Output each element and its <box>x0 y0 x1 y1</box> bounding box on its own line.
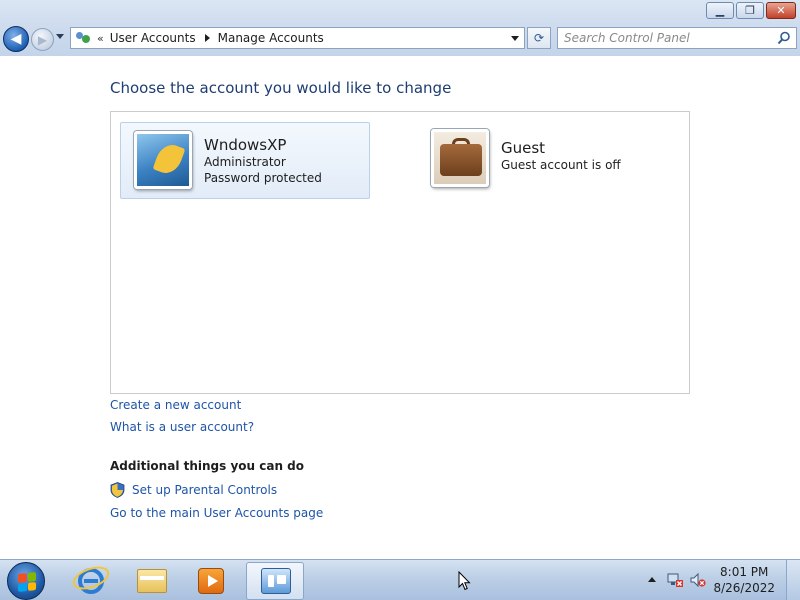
forward-button[interactable]: ▶ <box>31 28 54 51</box>
user-accounts-icon <box>75 30 91 46</box>
create-new-account-link[interactable]: Create a new account <box>110 398 241 412</box>
clock-time: 8:01 PM <box>720 565 769 579</box>
breadcrumb-manage-accounts[interactable]: Manage Accounts <box>218 31 324 45</box>
windows-logo-icon <box>18 572 36 592</box>
show-hidden-icons-icon[interactable] <box>648 577 656 582</box>
taskbar-windows-explorer[interactable] <box>122 562 180 600</box>
network-disconnected-icon[interactable] <box>667 572 683 588</box>
search-box[interactable] <box>557 27 797 49</box>
show-desktop-button[interactable] <box>786 560 800 600</box>
page-title: Choose the account you would like to cha… <box>110 79 452 97</box>
restore-icon: ❐ <box>745 4 755 17</box>
control-panel-icon <box>261 568 291 594</box>
search-input[interactable] <box>564 28 774 48</box>
refresh-icon: ⟳ <box>533 31 545 45</box>
breadcrumb-chevron-icon[interactable] <box>204 34 210 42</box>
forward-arrow-icon: ▶ <box>37 32 48 47</box>
back-button[interactable]: ◀ <box>3 26 29 52</box>
suitcase-avatar-icon <box>431 129 489 187</box>
breadcrumb-user-accounts[interactable]: User Accounts <box>110 31 196 45</box>
mouse-cursor-icon <box>458 571 471 591</box>
account-name: WndowsXP <box>204 136 287 154</box>
window-chrome: ▁ ❐ ✕ ◀ ▶ « User Accounts Manage Account… <box>0 0 800 56</box>
account-password-status: Password protected <box>204 171 322 185</box>
minimize-button[interactable]: ▁ <box>706 2 734 19</box>
account-tile-wndowsxp[interactable]: WndowsXP Administrator Password protecte… <box>120 122 370 199</box>
account-tile-guest[interactable]: Guest Guest account is off <box>418 127 678 197</box>
breadcrumb-overflow-icon[interactable]: « <box>97 32 104 45</box>
account-info: WndowsXP Administrator Password protecte… <box>204 136 322 186</box>
windows-explorer-icon <box>137 569 167 593</box>
accounts-panel: WndowsXP Administrator Password protecte… <box>110 111 690 394</box>
system-tray: 8:01 PM 8/26/2022 <box>640 560 800 600</box>
taskbar-control-panel[interactable] <box>246 562 304 600</box>
close-button[interactable]: ✕ <box>766 2 796 19</box>
account-name: Guest <box>501 139 546 157</box>
recent-pages-dropdown-icon[interactable] <box>56 34 64 39</box>
maximize-button[interactable]: ❐ <box>736 2 764 19</box>
taskbar-clock[interactable]: 8:01 PM 8/26/2022 <box>713 564 775 596</box>
window-controls: ▁ ❐ ✕ <box>706 2 796 19</box>
parental-controls-link[interactable]: Set up Parental Controls <box>132 483 277 497</box>
taskbar: 8:01 PM 8/26/2022 <box>0 559 800 600</box>
internet-explorer-icon <box>69 562 113 594</box>
search-icon[interactable] <box>777 31 791 45</box>
leaf-avatar-icon <box>134 131 192 189</box>
taskbar-media-player[interactable] <box>182 562 240 600</box>
address-dropdown-icon[interactable] <box>511 36 519 41</box>
minimize-icon: ▁ <box>715 4 725 17</box>
account-type: Administrator <box>204 155 286 169</box>
uac-shield-icon <box>110 482 125 498</box>
clock-date: 8/26/2022 <box>713 581 775 595</box>
main-user-accounts-page-link[interactable]: Go to the main User Accounts page <box>110 506 323 520</box>
taskbar-internet-explorer[interactable] <box>62 562 120 600</box>
back-arrow-icon: ◀ <box>10 31 22 47</box>
navigation-bar: ◀ ▶ « User Accounts Manage Accounts ⟳ <box>0 24 800 54</box>
account-info: Guest Guest account is off <box>501 139 621 173</box>
volume-muted-icon[interactable] <box>690 572 706 588</box>
what-is-user-account-link[interactable]: What is a user account? <box>110 420 254 434</box>
start-button[interactable] <box>7 562 45 600</box>
refresh-button[interactable]: ⟳ <box>527 27 551 49</box>
address-bar[interactable]: « User Accounts Manage Accounts <box>70 27 525 49</box>
media-player-icon <box>198 568 224 594</box>
close-icon: ✕ <box>776 4 786 17</box>
additional-things-heading: Additional things you can do <box>110 459 305 473</box>
main-content: Choose the account you would like to cha… <box>0 56 800 559</box>
account-status: Guest account is off <box>501 158 621 172</box>
